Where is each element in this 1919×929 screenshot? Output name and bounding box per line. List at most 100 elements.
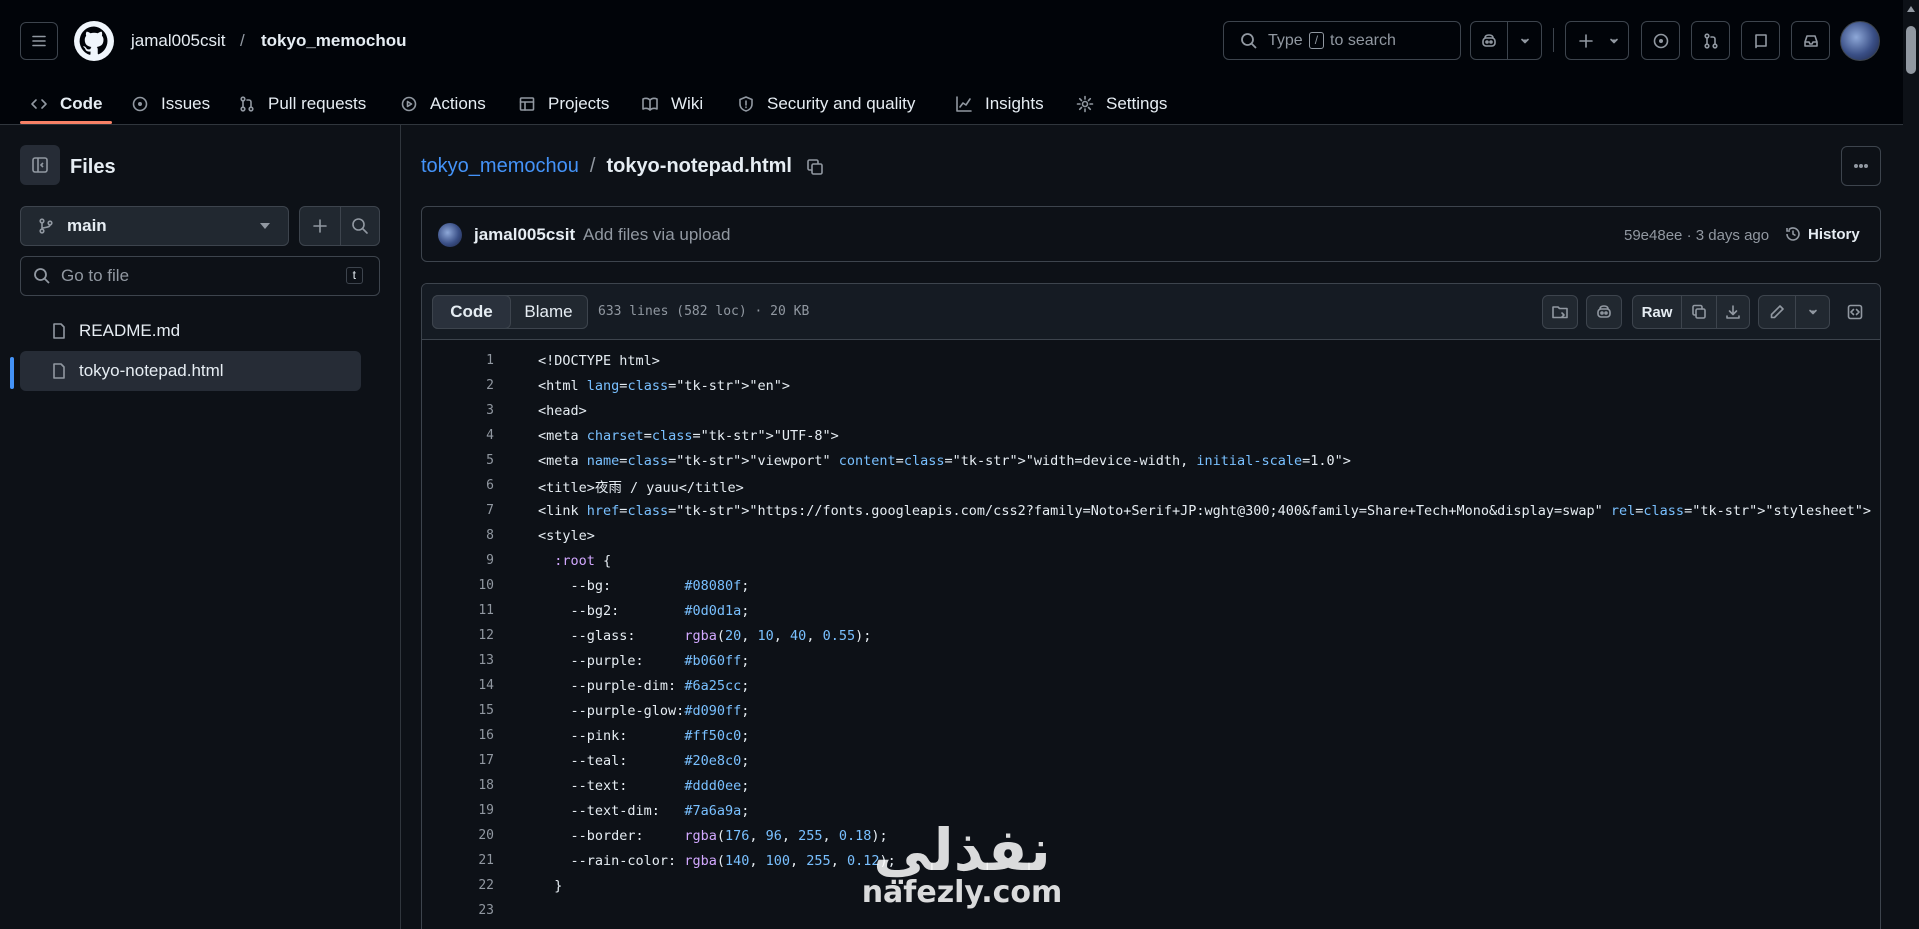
copy-path-icon[interactable] <box>805 157 825 177</box>
tab-issues[interactable]: Issues <box>131 82 210 125</box>
line-number[interactable]: 15 <box>422 703 494 718</box>
copy-raw-button[interactable] <box>1682 296 1716 328</box>
search-icon <box>352 218 368 234</box>
breadcrumb-repo-link[interactable]: tokyo_memochou <box>421 155 579 178</box>
watermark-latin: nafezly.com <box>861 875 1063 910</box>
file-item-readme[interactable]: README.md <box>20 311 361 351</box>
line-text: <head> <box>538 402 587 419</box>
commit-meta[interactable]: 59e48ee · 3 days ago <box>1624 227 1769 244</box>
line-number[interactable]: 9 <box>422 553 494 568</box>
play-icon <box>401 96 417 111</box>
menu-button[interactable] <box>20 22 58 60</box>
search-files-button[interactable] <box>341 207 379 245</box>
line-number[interactable]: 18 <box>422 778 494 793</box>
code-view-tab[interactable]: Code <box>432 295 511 329</box>
tab-security[interactable]: Security and quality <box>737 82 915 125</box>
plus-button[interactable] <box>1568 22 1604 59</box>
file-directory-icon <box>1552 306 1568 319</box>
code-square-icon <box>1847 304 1863 320</box>
line-number[interactable]: 7 <box>422 503 494 518</box>
history-label: History <box>1808 225 1860 243</box>
search-shortcut-key: / <box>1308 32 1325 49</box>
repositories-button[interactable] <box>1741 21 1780 60</box>
repo-icon <box>1754 33 1767 48</box>
line-number[interactable]: 20 <box>422 828 494 843</box>
tab-pull-requests[interactable]: Pull requests <box>238 82 366 125</box>
line-number[interactable]: 16 <box>422 728 494 743</box>
symbols-panel-button[interactable] <box>1838 295 1872 329</box>
history-button[interactable]: History <box>1784 225 1860 243</box>
tab-label: Wiki <box>671 93 704 113</box>
line-number[interactable]: 10 <box>422 578 494 593</box>
code-line: 4 <meta charset=class="tk-str">"UTF-8"> <box>422 423 1880 448</box>
pull-requests-button[interactable] <box>1691 21 1730 60</box>
tab-settings[interactable]: Settings <box>1076 82 1167 125</box>
download-button[interactable] <box>1717 296 1749 328</box>
more-options-button[interactable] <box>1841 146 1881 186</box>
commit-author[interactable]: jamal005csit <box>474 225 575 245</box>
line-number[interactable]: 5 <box>422 453 494 468</box>
go-to-file-input[interactable]: Go to file t <box>20 256 380 296</box>
line-number[interactable]: 2 <box>422 378 494 393</box>
line-number[interactable]: 22 <box>422 878 494 893</box>
line-number[interactable]: 4 <box>422 428 494 443</box>
line-number[interactable]: 23 <box>422 903 494 918</box>
copilot-code-button[interactable] <box>1586 295 1622 329</box>
line-number[interactable]: 6 <box>422 478 494 493</box>
selected-file-indicator <box>10 357 14 389</box>
edit-dropdown-button[interactable] <box>1796 296 1829 328</box>
line-number[interactable]: 3 <box>422 403 494 418</box>
scrollbar-thumb[interactable] <box>1906 26 1916 74</box>
repo-owner-link[interactable]: jamal005csit <box>131 31 226 51</box>
tab-code[interactable]: Code <box>30 82 103 125</box>
raw-button[interactable]: Raw <box>1633 296 1681 328</box>
file-tree-sidebar: Files main Go to file t README.md tokyo-… <box>0 125 401 929</box>
create-new-button[interactable] <box>1565 21 1629 60</box>
repo-nav-tabs: Code Issues Pull requests Actions Projec… <box>0 82 1919 125</box>
tab-projects[interactable]: Projects <box>518 82 609 125</box>
tab-label: Issues <box>161 93 211 113</box>
copilot-button[interactable] <box>1471 22 1507 59</box>
edit-file-button[interactable] <box>1759 296 1795 328</box>
add-file-button[interactable] <box>300 207 340 245</box>
tab-wiki[interactable]: Wiki <box>641 82 703 125</box>
line-number[interactable]: 11 <box>422 603 494 618</box>
search-icon <box>34 268 50 284</box>
line-number[interactable]: 8 <box>422 528 494 543</box>
github-mark-icon <box>79 26 108 55</box>
tab-actions[interactable]: Actions <box>400 82 486 125</box>
line-number[interactable]: 13 <box>422 653 494 668</box>
file-item-tokyo-notepad[interactable]: tokyo-notepad.html <box>20 351 361 391</box>
code-line: 12 --glass: rgba(20, 10, 40, 0.55); <box>422 623 1880 648</box>
git-branch-icon <box>39 218 53 234</box>
scroll-up-arrow[interactable] <box>1907 6 1915 12</box>
raw-copy-download-group: Raw <box>1632 295 1750 329</box>
header-divider <box>1553 28 1554 52</box>
line-number[interactable]: 14 <box>422 678 494 693</box>
create-dropdown-button[interactable] <box>1600 22 1628 59</box>
copilot-dropdown-button[interactable] <box>1508 22 1542 59</box>
page-scrollbar[interactable] <box>1903 0 1919 929</box>
open-symbols-button[interactable] <box>1542 295 1578 329</box>
line-number[interactable]: 17 <box>422 753 494 768</box>
commit-author-avatar[interactable] <box>438 223 462 247</box>
line-number[interactable]: 1 <box>422 353 494 368</box>
commit-message[interactable]: Add files via upload <box>583 225 730 245</box>
github-logo[interactable] <box>74 21 114 61</box>
line-number[interactable]: 12 <box>422 628 494 643</box>
blame-view-tab[interactable]: Blame <box>510 296 587 328</box>
branch-selector[interactable]: main <box>20 206 289 246</box>
user-avatar[interactable] <box>1840 21 1880 61</box>
inbox-button[interactable] <box>1791 21 1830 60</box>
line-number[interactable]: 21 <box>422 853 494 868</box>
global-search-input[interactable]: Type / to search <box>1223 21 1461 60</box>
code-icon <box>31 98 47 109</box>
line-number[interactable]: 19 <box>422 803 494 818</box>
collapse-sidebar-button[interactable] <box>20 145 60 185</box>
code-line: 13 --purple: #b060ff; <box>422 648 1880 673</box>
search-prefix: Type <box>1268 31 1303 49</box>
tab-insights[interactable]: Insights <box>955 82 1044 125</box>
issues-button[interactable] <box>1641 21 1680 60</box>
repo-name-link[interactable]: tokyo_memochou <box>261 31 406 51</box>
hamburger-icon <box>32 35 46 47</box>
